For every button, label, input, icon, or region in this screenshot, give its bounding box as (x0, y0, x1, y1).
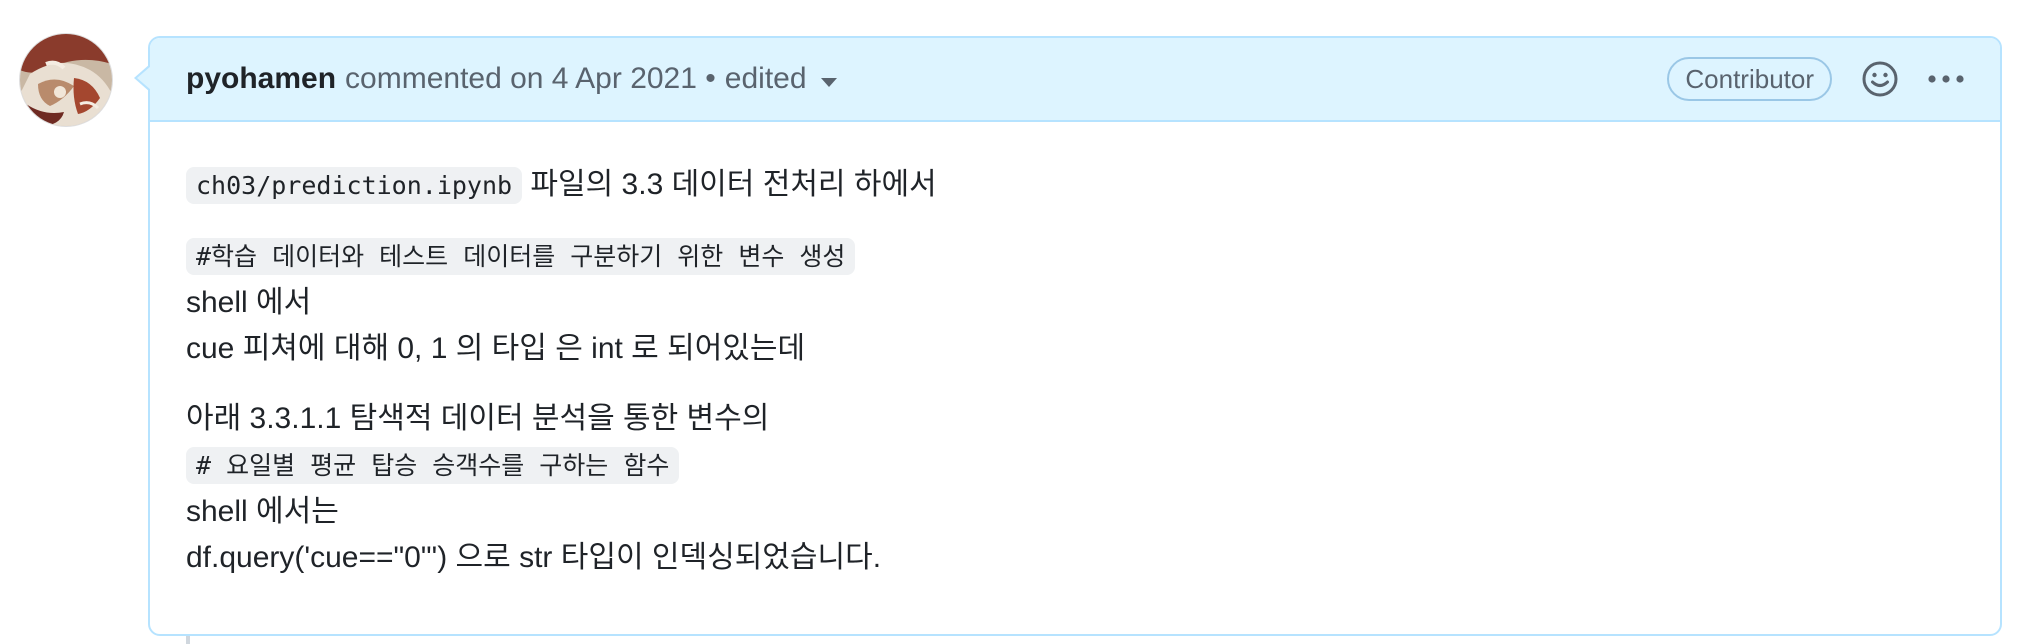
smiley-icon (1862, 61, 1898, 97)
comment-header: pyohamen commented on 4 Apr 2021 • edite… (150, 38, 2000, 122)
paragraph-1: ch03/prediction.ipynb 파일의 3.3 데이터 전처리 하에… (186, 162, 1964, 209)
edited-label: edited (724, 62, 807, 95)
paragraph-3-line-3: shell 에서는 (186, 495, 339, 528)
timeline-comment-container: pyohamen commented on 4 Apr 2021 • edite… (0, 0, 2034, 644)
more-options-button[interactable] (1922, 55, 1970, 103)
kebab-horizontal-icon (1928, 75, 1964, 83)
edited-dropdown[interactable]: edited (716, 62, 837, 96)
paragraph-1-text: 파일의 3.3 데이터 전처리 하에서 (522, 168, 937, 201)
comment-author[interactable]: pyohamen (186, 62, 336, 96)
inline-code-comment-2: # 요일별 평균 탑승 승객수를 구하는 함수 (186, 447, 680, 484)
timeline-connector (186, 636, 190, 644)
reaction-button[interactable] (1856, 55, 1904, 103)
comment-box: pyohamen commented on 4 Apr 2021 • edite… (134, 36, 2002, 636)
triangle-down-icon (820, 77, 837, 87)
comment-timestamp[interactable]: commented on 4 Apr 2021 • (345, 62, 716, 96)
contributor-badge: Contributor (1667, 57, 1832, 101)
inline-code-comment-1: #학습 데이터와 테스트 데이터를 구분하기 위한 변수 생성 (186, 238, 856, 275)
user-avatar[interactable] (20, 34, 112, 126)
paragraph-2-line-3: cue 피쳐에 대해 0, 1 의 타입 은 int 로 되어있는데 (186, 332, 806, 365)
paragraph-2-line-2: shell 에서 (186, 286, 312, 319)
paragraph-3: 아래 3.3.1.1 탐색적 데이터 분석을 통한 변수의 # 요일별 평균 탑… (186, 396, 1964, 581)
inline-code-filename: ch03/prediction.ipynb (186, 167, 523, 204)
comment-body: ch03/prediction.ipynb 파일의 3.3 데이터 전처리 하에… (150, 122, 2000, 581)
paragraph-3-line-4: df.query('cue=="0"') 으로 str 타입이 인덱싱되었습니다… (186, 541, 882, 574)
paragraph-2: #학습 데이터와 테스트 데이터를 구분하기 위한 변수 생성 shell 에서… (186, 233, 1964, 372)
avatar-image (20, 34, 112, 126)
paragraph-3-line-1: 아래 3.3.1.1 탐색적 데이터 분석을 통한 변수의 (186, 402, 770, 435)
